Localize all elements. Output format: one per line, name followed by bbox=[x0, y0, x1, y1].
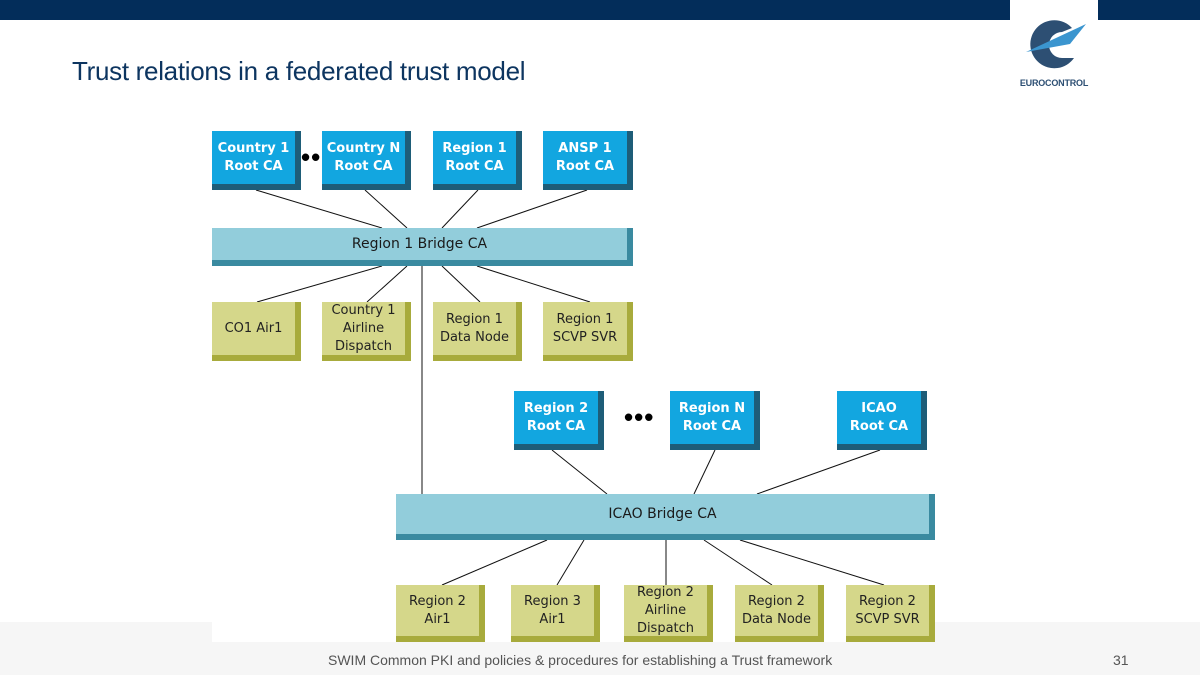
link-line bbox=[693, 449, 716, 495]
connector-lines bbox=[255, 189, 885, 586]
region-2-air1: Region 2 Air1 bbox=[396, 585, 485, 642]
link-line bbox=[256, 265, 383, 303]
page-number: 31 bbox=[1113, 652, 1129, 668]
trust-model-diagram: Country 1 Root CA ••• Country N Root CA Re… bbox=[212, 120, 935, 642]
country-1-root-ca: Country 1 Root CA bbox=[212, 131, 301, 190]
region-2-root-ca: Region 2 Root CA bbox=[514, 391, 604, 450]
link-line bbox=[476, 189, 588, 229]
link-line bbox=[441, 189, 479, 229]
region-1-data-node: Region 1 Data Node bbox=[433, 302, 522, 361]
link-line bbox=[441, 539, 548, 586]
co1-air1: CO1 Air1 bbox=[212, 302, 301, 361]
link-line bbox=[756, 449, 881, 495]
region-2-scvp-svr: Region 2 SCVP SVR bbox=[846, 585, 935, 642]
region-3-air1: Region 3 Air1 bbox=[511, 585, 600, 642]
link-line bbox=[364, 189, 408, 229]
link-line bbox=[441, 265, 481, 303]
region-1-root-ca: Region 1 Root CA bbox=[433, 131, 522, 190]
country-n-root-ca: Country N Root CA bbox=[322, 131, 411, 190]
link-line bbox=[551, 449, 608, 495]
link-line bbox=[366, 265, 408, 303]
region-1-bridge-ca: Region 1 Bridge CA bbox=[212, 228, 633, 266]
footer-text: SWIM Common PKI and policies & procedure… bbox=[328, 652, 833, 668]
ellipsis: ••• bbox=[624, 402, 655, 432]
region-2-airline-dispatch: Region 2 Airline Dispatch bbox=[624, 585, 713, 642]
link-line bbox=[476, 265, 591, 303]
link-line bbox=[556, 539, 585, 586]
link-line bbox=[255, 189, 383, 229]
region-2-data-node: Region 2 Data Node bbox=[735, 585, 824, 642]
region-1-scvp-svr: Region 1 SCVP SVR bbox=[543, 302, 633, 361]
country-1-airline-dispatch: Country 1 Airline Dispatch bbox=[322, 302, 411, 361]
slide-title: Trust relations in a federated trust mod… bbox=[72, 56, 526, 86]
icao-bridge-ca: ICAO Bridge CA bbox=[396, 494, 935, 540]
ansp-1-root-ca: ANSP 1 Root CA bbox=[543, 131, 633, 190]
icao-root-ca: ICAO Root CA bbox=[837, 391, 927, 450]
region-n-root-ca: Region N Root CA bbox=[670, 391, 760, 450]
eurocontrol-e-icon bbox=[1026, 20, 1086, 69]
logo-text: EUROCONTROL bbox=[1019, 78, 1089, 88]
eurocontrol-logo: EUROCONTROL bbox=[1010, 0, 1098, 104]
